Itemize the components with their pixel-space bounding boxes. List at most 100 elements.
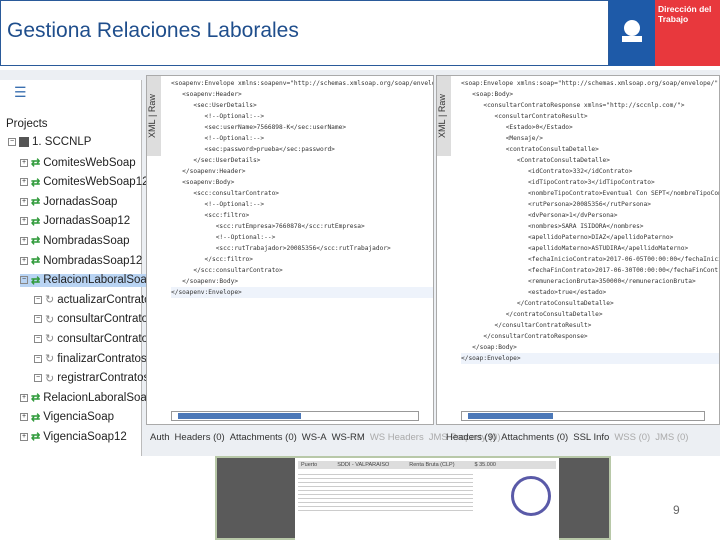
xml-line: <sec:UserDetails>: [171, 102, 257, 109]
tree-item-label: ComitesWebSoap: [43, 156, 136, 169]
response-view-tabs[interactable]: XML | Raw: [437, 76, 451, 156]
expand-toggle-icon[interactable]: +: [20, 158, 28, 167]
tree-service[interactable]: + ⇄ NombradasSoap12: [20, 254, 142, 267]
tree-service[interactable]: + ⇄ JornadasSoap12: [20, 215, 130, 228]
xml-line: <soapenv:Body>: [171, 179, 235, 186]
tree-service[interactable]: + ⇄ RelacionLaboralSoap12: [20, 391, 166, 404]
tree-item-label: NombradasSoap: [43, 234, 130, 247]
service-icon: ⇄: [31, 255, 41, 267]
expand-toggle-icon[interactable]: +: [20, 432, 28, 441]
tree-service[interactable]: + ⇄ VigenciaSoap12: [20, 430, 127, 443]
xml-line: <fechaFinContrato>2017-06-30T00:00:00</f…: [461, 267, 720, 274]
xml-line: </soap:Body>: [461, 344, 517, 351]
xml-line: <rutPersona>20085356</rutPersona>: [461, 201, 651, 208]
bottom-tab[interactable]: WS Headers: [370, 432, 424, 443]
xml-line: <Estado>0</Estado>: [461, 124, 573, 131]
request-editor[interactable]: XML | Raw <soapenv:Envelope xmlns:soapen…: [146, 75, 434, 425]
expand-toggle-icon[interactable]: −: [20, 276, 28, 285]
bottom-tab[interactable]: JMS (0): [655, 432, 688, 443]
xml-line: <idTipoContrato>3</idTipoContrato>: [461, 179, 655, 186]
coat-of-arms-icon: [609, 0, 655, 66]
xml-line: <!--Optional:-->: [171, 135, 265, 142]
tree-service[interactable]: + ⇄ VigenciaSoap: [20, 411, 114, 424]
request-horizontal-scrollbar[interactable]: [171, 411, 419, 421]
expand-toggle-icon[interactable]: +: [20, 393, 28, 402]
logo-text-line1: Dirección del: [658, 4, 712, 14]
tree-service[interactable]: + ⇄ NombradasSoap: [20, 234, 130, 247]
xml-line: <scc:rutEmpresa>7660878</scc:rutEmpresa>: [171, 223, 365, 230]
contract-document-preview: Puerto SDDI - VALPARAISO Renta Bruta (CLP)…: [215, 456, 611, 542]
xml-line: <!--Optional:-->: [171, 113, 265, 120]
project-node[interactable]: −1. SCCNLP: [8, 136, 91, 148]
expand-toggle-icon[interactable]: −: [34, 315, 42, 324]
bottom-tab[interactable]: Attachments (0): [501, 432, 568, 443]
bottom-tab[interactable]: WS-RM: [332, 432, 365, 443]
xml-line: </soapenv:Body>: [171, 278, 239, 285]
operation-icon: ↻: [45, 333, 55, 346]
document-body-text: [298, 471, 473, 511]
expand-toggle-icon[interactable]: −: [34, 295, 42, 304]
response-xml[interactable]: <soap:Envelope xmlns:soap="http://schema…: [461, 78, 720, 364]
bottom-tab[interactable]: WSS (0): [614, 432, 650, 443]
xml-line: <apellidoPaterno>DIAZ</apellidoPaterno>: [461, 234, 674, 241]
tree-operation[interactable]: − ↻ consultarContrato: [34, 313, 148, 326]
xml-line: <apellidoMaterno>ASTUDIRA</apellidoMater…: [461, 245, 689, 252]
tree-item-label: VigenciaSoap: [43, 411, 114, 424]
service-icon: ⇄: [31, 215, 41, 228]
expand-toggle-icon[interactable]: +: [20, 197, 28, 206]
tree-item-label: ComitesWebSoap12: [43, 176, 149, 189]
request-xml[interactable]: <soapenv:Envelope xmlns:soapenv="http://…: [171, 78, 433, 298]
xml-line: <nombres>SARA ISIDORA</nombres>: [461, 223, 644, 230]
request-view-tabs[interactable]: XML | Raw: [147, 76, 161, 156]
tree-item-label: RelacionLaboralSoap: [43, 274, 154, 287]
tree-operation[interactable]: − ↻ finalizarContratos: [34, 352, 147, 365]
expand-toggle-icon[interactable]: +: [20, 413, 28, 422]
tree-service[interactable]: − ⇄ RelacionLaboralSoap: [20, 273, 154, 287]
tree-item-label: VigenciaSoap12: [43, 430, 127, 443]
xml-line: </consultarContratoResponse>: [461, 333, 588, 340]
xml-line: <ContratoConsultaDetalle>: [461, 157, 611, 164]
bottom-tab[interactable]: Headers (9): [446, 432, 496, 443]
response-bottom-tabs: Headers (9) Attachments (0) SSL Info WSS (0…: [446, 432, 693, 443]
service-icon: ⇄: [31, 431, 41, 444]
expand-toggle-icon[interactable]: −: [34, 334, 42, 343]
operation-icon: ↻: [45, 313, 55, 326]
bottom-tab[interactable]: SSL Info: [573, 432, 609, 443]
tree-toolbar-icon[interactable]: ☰: [14, 84, 27, 101]
expand-toggle-icon[interactable]: +: [20, 217, 28, 226]
projects-heading: Projects: [6, 118, 48, 130]
page-number: 9: [673, 503, 680, 517]
tree-operation[interactable]: − ↻ registrarContratos: [34, 372, 149, 385]
xml-line: <nombreTipoContrato>Eventual Con SEPT</n…: [461, 190, 720, 197]
xml-line: </soapenv:Header>: [171, 168, 246, 175]
service-icon: ⇄: [31, 274, 41, 287]
tree-service[interactable]: + ⇄ JornadasSoap: [20, 195, 117, 208]
response-editor[interactable]: XML | Raw <soap:Envelope xmlns:soap="htt…: [436, 75, 720, 425]
expand-toggle-icon[interactable]: +: [20, 236, 28, 245]
operation-icon: ↻: [45, 372, 55, 385]
slide-header: Gestiona Relaciones Laborales: [0, 0, 609, 66]
service-icon: ⇄: [31, 196, 41, 209]
bottom-tab[interactable]: Attachments (0): [230, 432, 297, 443]
xml-line: </contratoConsultaDetalle>: [461, 311, 603, 318]
xml-line: <idContrato>332</idContrato>: [461, 168, 633, 175]
bottom-tab[interactable]: Auth: [150, 432, 170, 443]
xml-line: </soapenv:Envelope>: [171, 287, 433, 298]
xml-line: <sec:userName>7566898-K</sec:userName>: [171, 124, 347, 131]
service-icon: ⇄: [31, 235, 41, 248]
xml-line: <soap:Body>: [461, 91, 514, 98]
expand-toggle-icon[interactable]: +: [20, 178, 28, 187]
response-horizontal-scrollbar[interactable]: [461, 411, 705, 421]
xml-line: <contratoConsultaDetalle>: [461, 146, 599, 153]
tree-operation[interactable]: − ↻ consultarContratos: [34, 332, 154, 345]
expand-toggle-icon[interactable]: +: [20, 256, 28, 265]
bottom-tab[interactable]: Headers (0): [175, 432, 225, 443]
bottom-tab[interactable]: WS-A: [302, 432, 327, 443]
tree-operation[interactable]: − ↻ actualizarContratos: [34, 293, 156, 306]
expand-toggle-icon[interactable]: −: [34, 354, 42, 363]
tree-service[interactable]: + ⇄ ComitesWebSoap12: [20, 176, 148, 189]
expand-toggle-icon[interactable]: −: [34, 374, 42, 383]
xml-line: <fechaInicioContrato>2017-06-05T00:00:00…: [528, 256, 719, 263]
tree-service[interactable]: + ⇄ ComitesWebSoap: [20, 156, 136, 169]
xml-line: <estado>true</estado>: [461, 289, 607, 296]
